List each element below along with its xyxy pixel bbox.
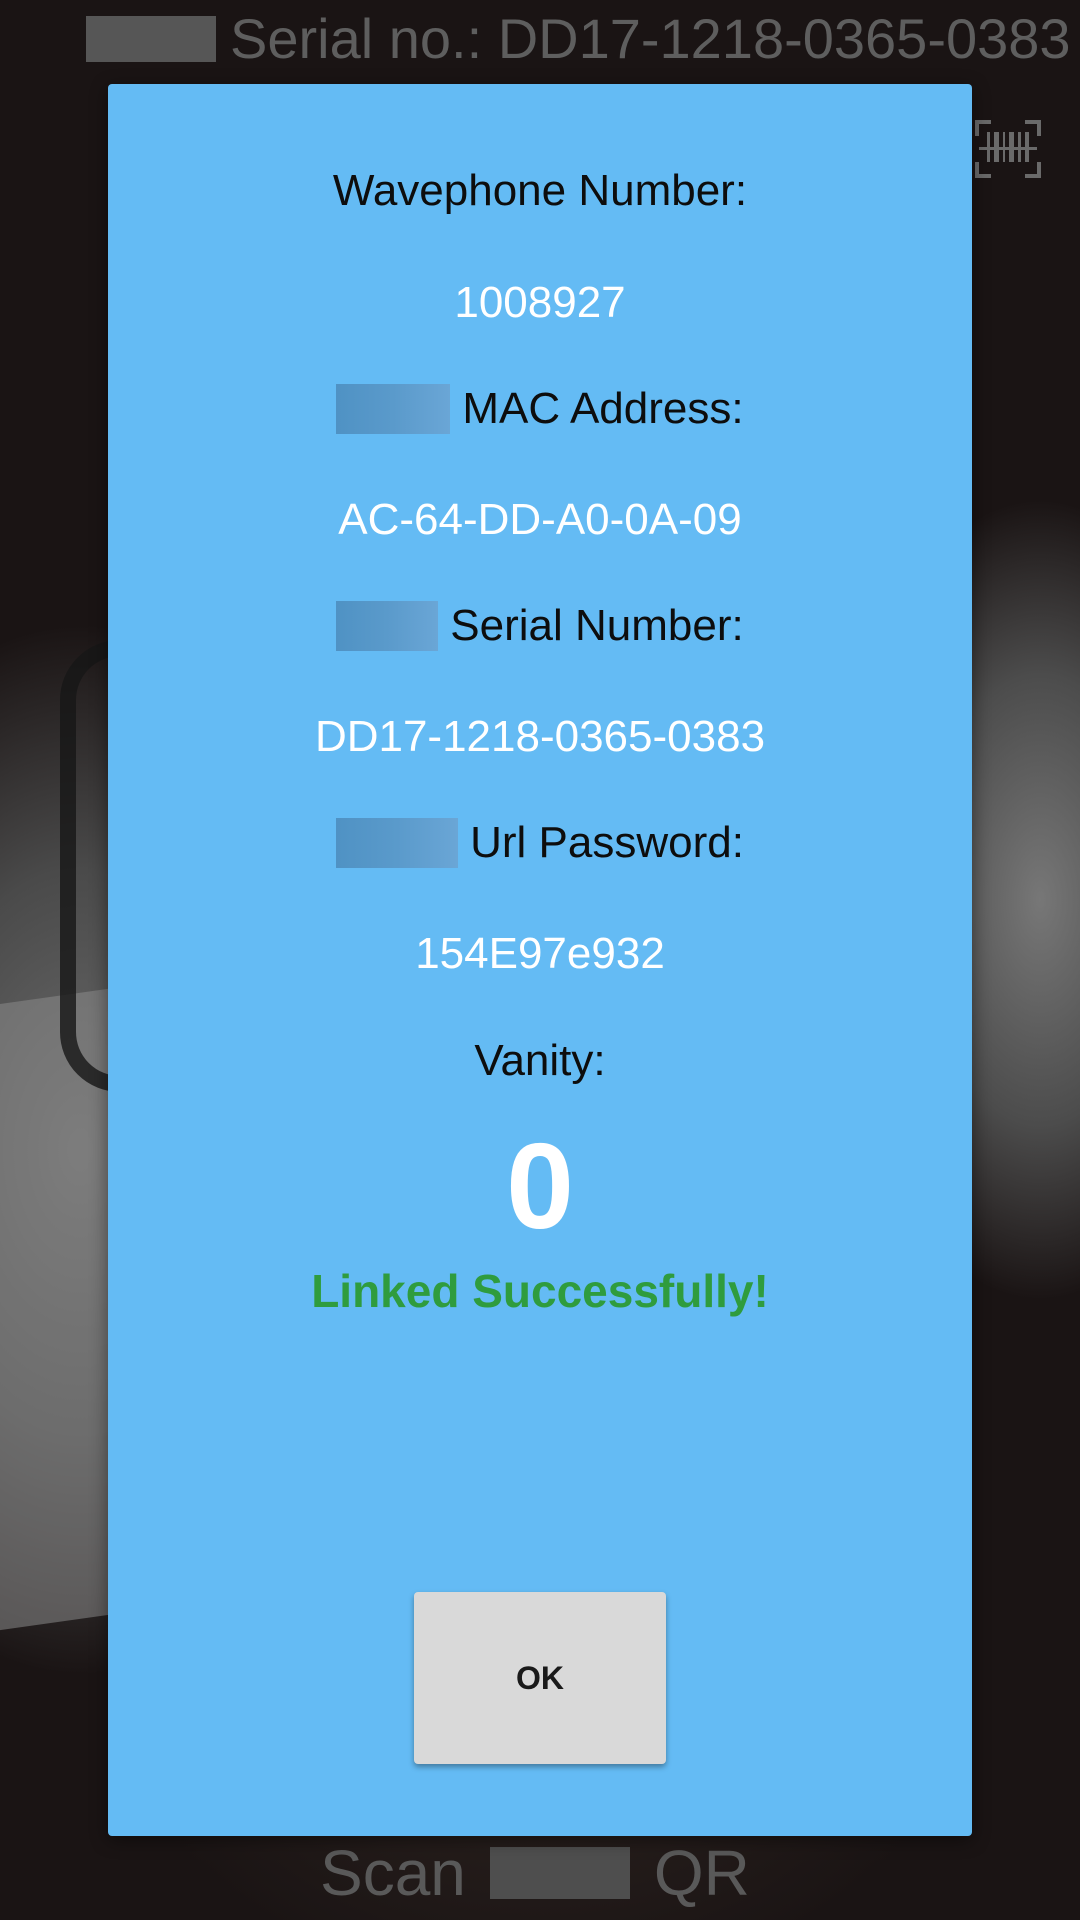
redacted-block — [489, 1847, 630, 1899]
wavephone-number-label-text: Wavephone Number: — [332, 166, 748, 215]
ok-button[interactable]: OK — [414, 1592, 666, 1764]
redacted-block — [86, 15, 216, 62]
vanity-value: 0 — [506, 1118, 574, 1254]
serial-number-value: DD17-1218-0365-0383 — [314, 712, 766, 761]
scan-text: Scan — [320, 1837, 466, 1909]
url-password-label-text: Url Password: — [470, 818, 744, 867]
mac-address-value: AC-64-DD-A0-0A-09 — [338, 495, 742, 544]
url-password-value: 154E97e932 — [415, 929, 665, 978]
wavephone-number-label: Wavephone Number: — [108, 166, 972, 216]
redacted-block — [336, 601, 439, 651]
vanity-label-text: Vanity: — [474, 1036, 606, 1085]
screen: Serial no.: DD17-1218-0365-0383 Scan QR … — [0, 0, 1080, 1920]
background-serial-header: Serial no.: DD17-1218-0365-0383 — [86, 6, 1071, 71]
background-scan-qr-label: Scan QR — [320, 1836, 750, 1910]
redacted-block — [336, 818, 459, 868]
wavephone-number-value: 1008927 — [454, 278, 626, 327]
serial-number-label-text: Serial Number: — [450, 601, 744, 650]
redacted-block — [336, 384, 451, 434]
qr-text: QR — [653, 1837, 750, 1909]
vanity-label: Vanity: — [108, 1036, 972, 1086]
mac-address-label-text: MAC Address: — [462, 384, 744, 433]
barcode-scanner-icon[interactable] — [975, 120, 1041, 178]
url-password-label: Url Password: — [108, 818, 972, 868]
link-result-dialog: Wavephone Number: 1008927 MAC Address: A… — [108, 84, 972, 1836]
mac-address-label: MAC Address: — [108, 384, 972, 434]
serial-number-label: Serial Number: — [108, 601, 972, 651]
background-serial-text: Serial no.: DD17-1218-0365-0383 — [230, 7, 1071, 70]
link-status-message: Linked Successfully! — [311, 1265, 769, 1317]
